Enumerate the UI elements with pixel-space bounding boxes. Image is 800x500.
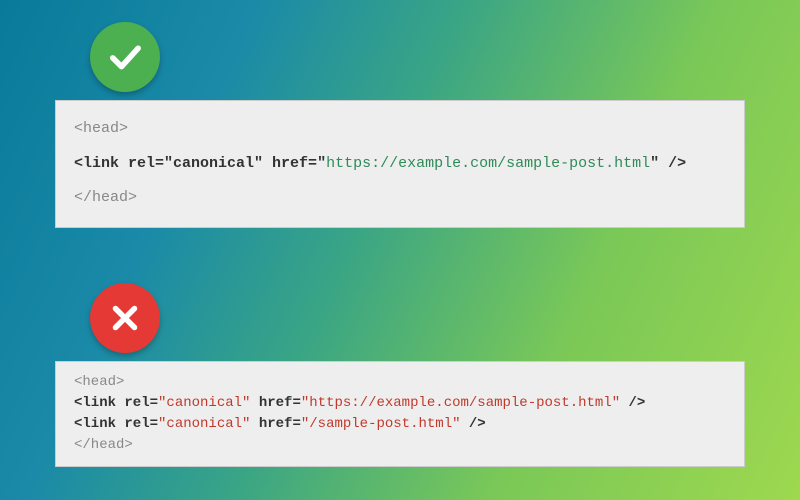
head-open-tag: <head> bbox=[74, 372, 726, 393]
href-url: https://example.com/sample-post.html bbox=[309, 395, 611, 411]
href-quote-open: " bbox=[301, 395, 309, 411]
href-label: href= bbox=[250, 416, 300, 432]
rel-value: "canonical" bbox=[158, 416, 250, 432]
correct-example-section: <head> <link rel="canonical" href="https… bbox=[0, 0, 800, 228]
link-tag-incorrect-2: <link rel="canonical" href="/sample-post… bbox=[74, 414, 726, 435]
href-url: /sample-post.html bbox=[309, 416, 452, 432]
rel-value: "canonical" bbox=[158, 395, 250, 411]
check-icon bbox=[104, 36, 146, 78]
href-quote-open: " bbox=[301, 416, 309, 432]
rel-value: "canonical" bbox=[164, 155, 263, 172]
head-open-tag: <head> bbox=[74, 115, 726, 144]
correct-code-block: <head> <link rel="canonical" href="https… bbox=[55, 100, 745, 228]
head-close-tag: </head> bbox=[74, 435, 726, 456]
link-prefix: <link rel= bbox=[74, 155, 164, 172]
cross-badge bbox=[90, 283, 160, 353]
head-close-tag: </head> bbox=[74, 184, 726, 213]
href-url-correct: https://example.com/sample-post.html bbox=[326, 155, 650, 172]
link-tag-incorrect-1: <link rel="canonical" href="https://exam… bbox=[74, 393, 726, 414]
href-label: href= bbox=[250, 395, 300, 411]
cross-icon bbox=[106, 299, 144, 337]
link-suffix: /> bbox=[659, 155, 686, 172]
link-suffix: /> bbox=[620, 395, 645, 411]
link-prefix: <link rel= bbox=[74, 416, 158, 432]
link-suffix: /> bbox=[461, 416, 486, 432]
href-label: href= bbox=[263, 155, 317, 172]
href-quote-close: " bbox=[650, 155, 659, 172]
link-prefix: <link rel= bbox=[74, 395, 158, 411]
href-quote-close: " bbox=[612, 395, 620, 411]
incorrect-example-section: <head> <link rel="canonical" href="https… bbox=[0, 283, 800, 467]
incorrect-code-block: <head> <link rel="canonical" href="https… bbox=[55, 361, 745, 467]
check-badge bbox=[90, 22, 160, 92]
link-tag-correct: <link rel="canonical" href="https://exam… bbox=[74, 150, 726, 179]
href-quote-close: " bbox=[452, 416, 460, 432]
href-quote-open: " bbox=[317, 155, 326, 172]
